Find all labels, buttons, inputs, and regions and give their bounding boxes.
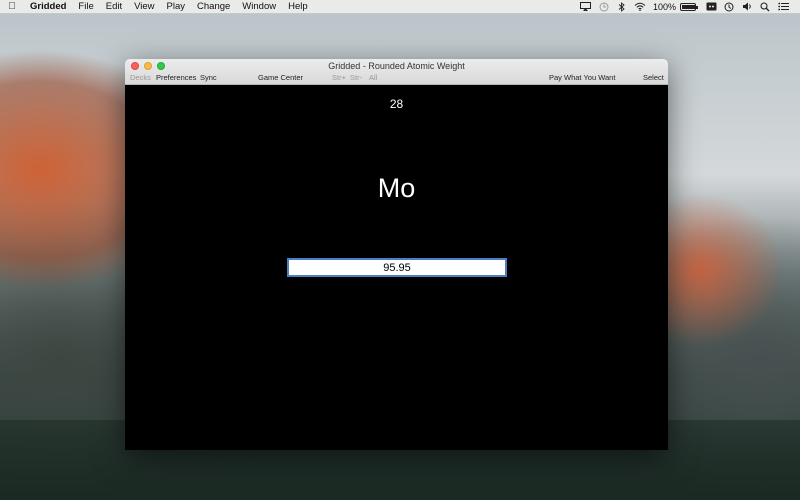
menu-window[interactable]: Window [236, 1, 282, 12]
str-minus-button[interactable]: Str- [350, 73, 362, 82]
all-button[interactable]: All [369, 73, 377, 82]
time-machine-icon[interactable] [595, 1, 613, 13]
status-menus: 100% [577, 1, 800, 13]
game-center-button[interactable]: Game Center [258, 73, 303, 82]
menu-view[interactable]: View [128, 1, 160, 12]
menu-app-name[interactable]: Gridded [24, 1, 72, 12]
wifi-icon[interactable] [631, 1, 649, 13]
element-symbol: Mo [377, 173, 416, 203]
spotlight-search-icon[interactable] [756, 1, 774, 13]
menu-bar:  Gridded File Edit View Play Change Win… [0, 0, 800, 14]
menu-help[interactable]: Help [282, 1, 314, 12]
pay-what-you-want-button[interactable]: Pay What You Want [549, 73, 615, 82]
select-button[interactable]: Select [643, 73, 664, 82]
apple-menu-icon[interactable]:  [0, 1, 24, 12]
answer-input[interactable] [287, 258, 507, 277]
volume-icon[interactable] [738, 1, 756, 13]
app-window: Gridded - Rounded Atomic Weight Decks Pr… [125, 59, 668, 450]
window-toolbar: Decks Preferences Sync Game Center Str+ … [125, 73, 668, 84]
battery-level-fill [682, 4, 695, 9]
sync-button[interactable]: Sync [200, 73, 217, 82]
battery-icon[interactable] [680, 2, 698, 11]
menu-change[interactable]: Change [191, 1, 236, 12]
menu-edit[interactable]: Edit [100, 1, 128, 12]
str-plus-button[interactable]: Str+ [332, 73, 346, 82]
quiz-card: 28 Mo [125, 85, 668, 450]
atomic-number: 28 [389, 97, 404, 111]
bluetooth-icon[interactable] [613, 1, 631, 13]
notification-center-icon[interactable] [774, 1, 792, 13]
decks-button[interactable]: Decks [130, 73, 151, 82]
menu-play[interactable]: Play [161, 1, 191, 12]
airplay-icon[interactable] [577, 1, 595, 13]
window-title: Gridded - Rounded Atomic Weight [328, 61, 465, 71]
preferences-button[interactable]: Preferences [156, 73, 196, 82]
sidecar-icon[interactable] [702, 1, 720, 13]
window-titlebar[interactable]: Gridded - Rounded Atomic Weight Decks Pr… [125, 59, 668, 85]
clock-icon[interactable] [720, 1, 738, 13]
battery-percent: 100% [652, 1, 676, 12]
menu-file[interactable]: File [72, 1, 99, 12]
